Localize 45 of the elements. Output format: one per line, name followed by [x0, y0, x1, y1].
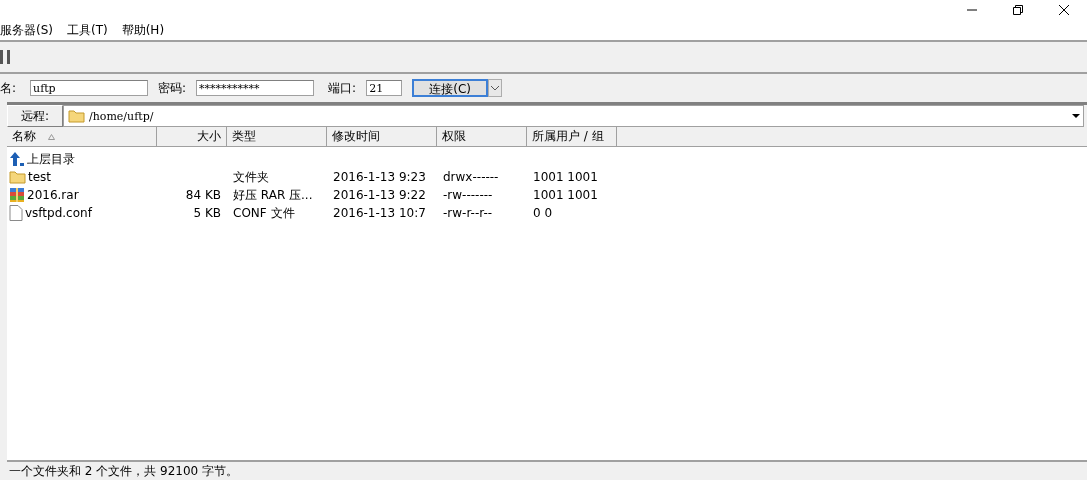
remote-label: 远程: [7, 105, 63, 127]
column-header[interactable]: 大小 [157, 127, 227, 146]
owner-cell-text: 1001 1001 [532, 188, 599, 202]
password-field[interactable]: *********** [196, 80, 315, 96]
size-cell-text: 5 KB [192, 206, 222, 220]
port-label: 端口: [328, 79, 357, 97]
size-cell-text: 84 KB [184, 188, 222, 202]
close-icon [1059, 5, 1069, 15]
user-field[interactable]: uftp [30, 80, 149, 96]
modified-cell-text: 2016-1-13 9:22 [332, 188, 427, 202]
dropdown-button[interactable] [488, 79, 503, 97]
permissions-cell-text: -rw-r--r-- [442, 206, 494, 220]
owner-cell-text: 1001 1001 [532, 170, 599, 184]
type-cell-text: 好压 RAR 压... [232, 186, 314, 204]
column-header[interactable]: 修改时间 [327, 127, 437, 146]
status-text: 一个文件夹和 2 个文件，共 92100 字节。 [8, 462, 239, 480]
modified-cell-text: 2016-1-13 9:23 [332, 170, 427, 184]
user-label: 名: [0, 79, 17, 97]
path-field[interactable]: /home/uftp/ [63, 105, 1084, 127]
type-cell-text: 文件夹 [232, 168, 270, 186]
archive-icon [9, 187, 25, 203]
permissions-cell-text: -rw------- [442, 188, 494, 202]
column-header[interactable]: 类型 [227, 127, 327, 146]
password-label: 密码: [158, 79, 187, 97]
column-header[interactable]: 名称 [7, 127, 157, 146]
menu-item[interactable]: 帮助(H) [121, 21, 165, 39]
restore-icon [1013, 5, 1023, 15]
column-header[interactable]: 所属用户 / 组 [527, 127, 617, 146]
folder-icon [68, 109, 85, 123]
port-field[interactable]: 21 [366, 80, 403, 96]
owner-cell-text: 0 0 [532, 206, 554, 220]
permissions-cell-text: drwx------ [442, 170, 500, 184]
column-header[interactable]: 权限 [437, 127, 527, 146]
up-arrow-icon [9, 151, 25, 167]
menu-item[interactable]: 服务器(S) [0, 21, 53, 39]
file-name[interactable]: 2016.rar [27, 188, 79, 202]
menu-item[interactable]: 工具(T) [67, 21, 108, 39]
type-cell-text: CONF 文件 [232, 204, 296, 222]
file-name[interactable]: vsftpd.conf [25, 206, 92, 220]
file-name[interactable]: test [28, 170, 52, 184]
caret-icon [491, 85, 500, 91]
connect-button[interactable]: 连接(C) [412, 79, 489, 97]
file-name[interactable]: 上层目录 [27, 150, 75, 168]
folder-icon [9, 170, 26, 184]
modified-cell-text: 2016-1-13 10:7 [332, 206, 427, 220]
